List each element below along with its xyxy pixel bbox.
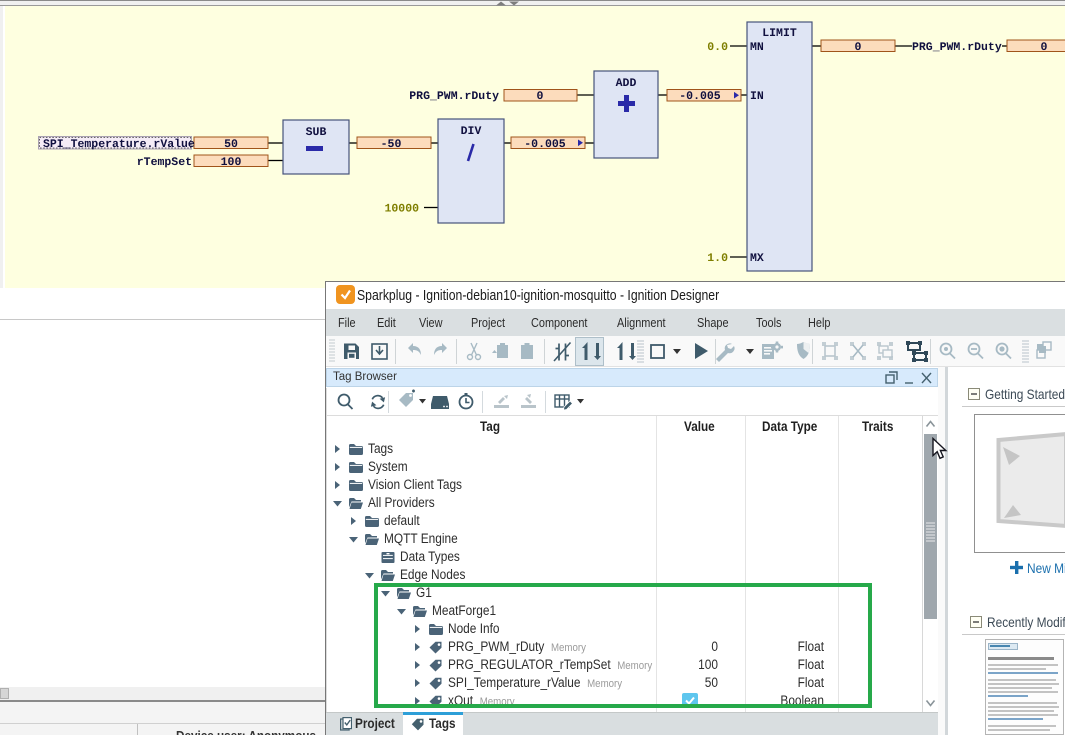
svg-text:ADD: ADD <box>616 77 637 90</box>
svg-text:0.0: 0.0 <box>707 41 728 54</box>
svg-text:LIMIT: LIMIT <box>762 27 797 40</box>
svg-text:-0.005: -0.005 <box>524 138 566 151</box>
svg-text:MX: MX <box>750 252 764 265</box>
svg-text:MN: MN <box>750 41 764 54</box>
svg-text:10000: 10000 <box>384 203 419 216</box>
svg-text:SPI_Temperature.rValue: SPI_Temperature.rValue <box>43 138 195 151</box>
svg-text:IN: IN <box>750 90 764 103</box>
svg-text:PRG_PWM.rDuty: PRG_PWM.rDuty <box>409 90 499 103</box>
svg-text:100: 100 <box>221 156 242 169</box>
svg-text:50: 50 <box>224 138 238 151</box>
svg-text:0: 0 <box>855 41 862 54</box>
svg-text:DIV: DIV <box>461 125 482 138</box>
svg-text:-50: -50 <box>381 138 402 151</box>
svg-text:PRG_PWM.rDuty: PRG_PWM.rDuty <box>912 41 1002 54</box>
svg-text:SUB: SUB <box>306 126 327 139</box>
svg-text:0: 0 <box>537 90 544 103</box>
svg-text:rTempSet: rTempSet <box>137 156 192 169</box>
svg-text:1.0: 1.0 <box>707 252 728 265</box>
svg-text:0: 0 <box>1041 41 1048 54</box>
svg-text:-0.005: -0.005 <box>679 90 721 103</box>
